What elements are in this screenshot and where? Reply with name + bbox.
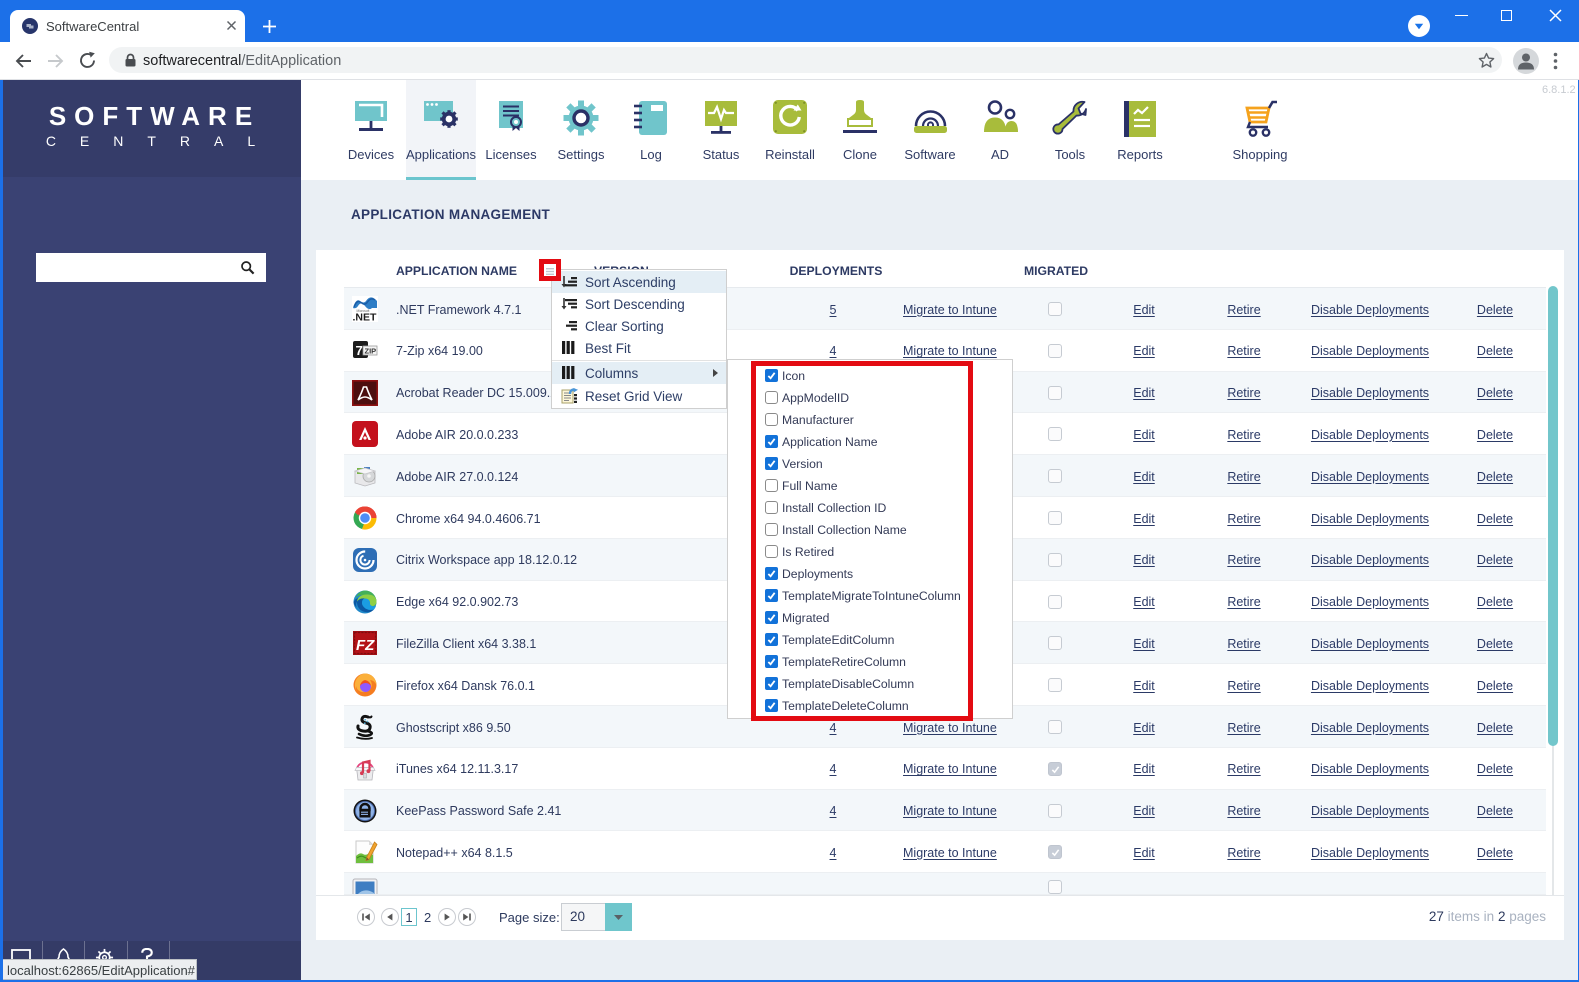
svg-text:ZIP: ZIP [365, 346, 377, 355]
svg-text:7: 7 [356, 343, 363, 358]
svg-text:FZ: FZ [356, 637, 375, 654]
svg-text:.NET: .NET [353, 312, 378, 323]
